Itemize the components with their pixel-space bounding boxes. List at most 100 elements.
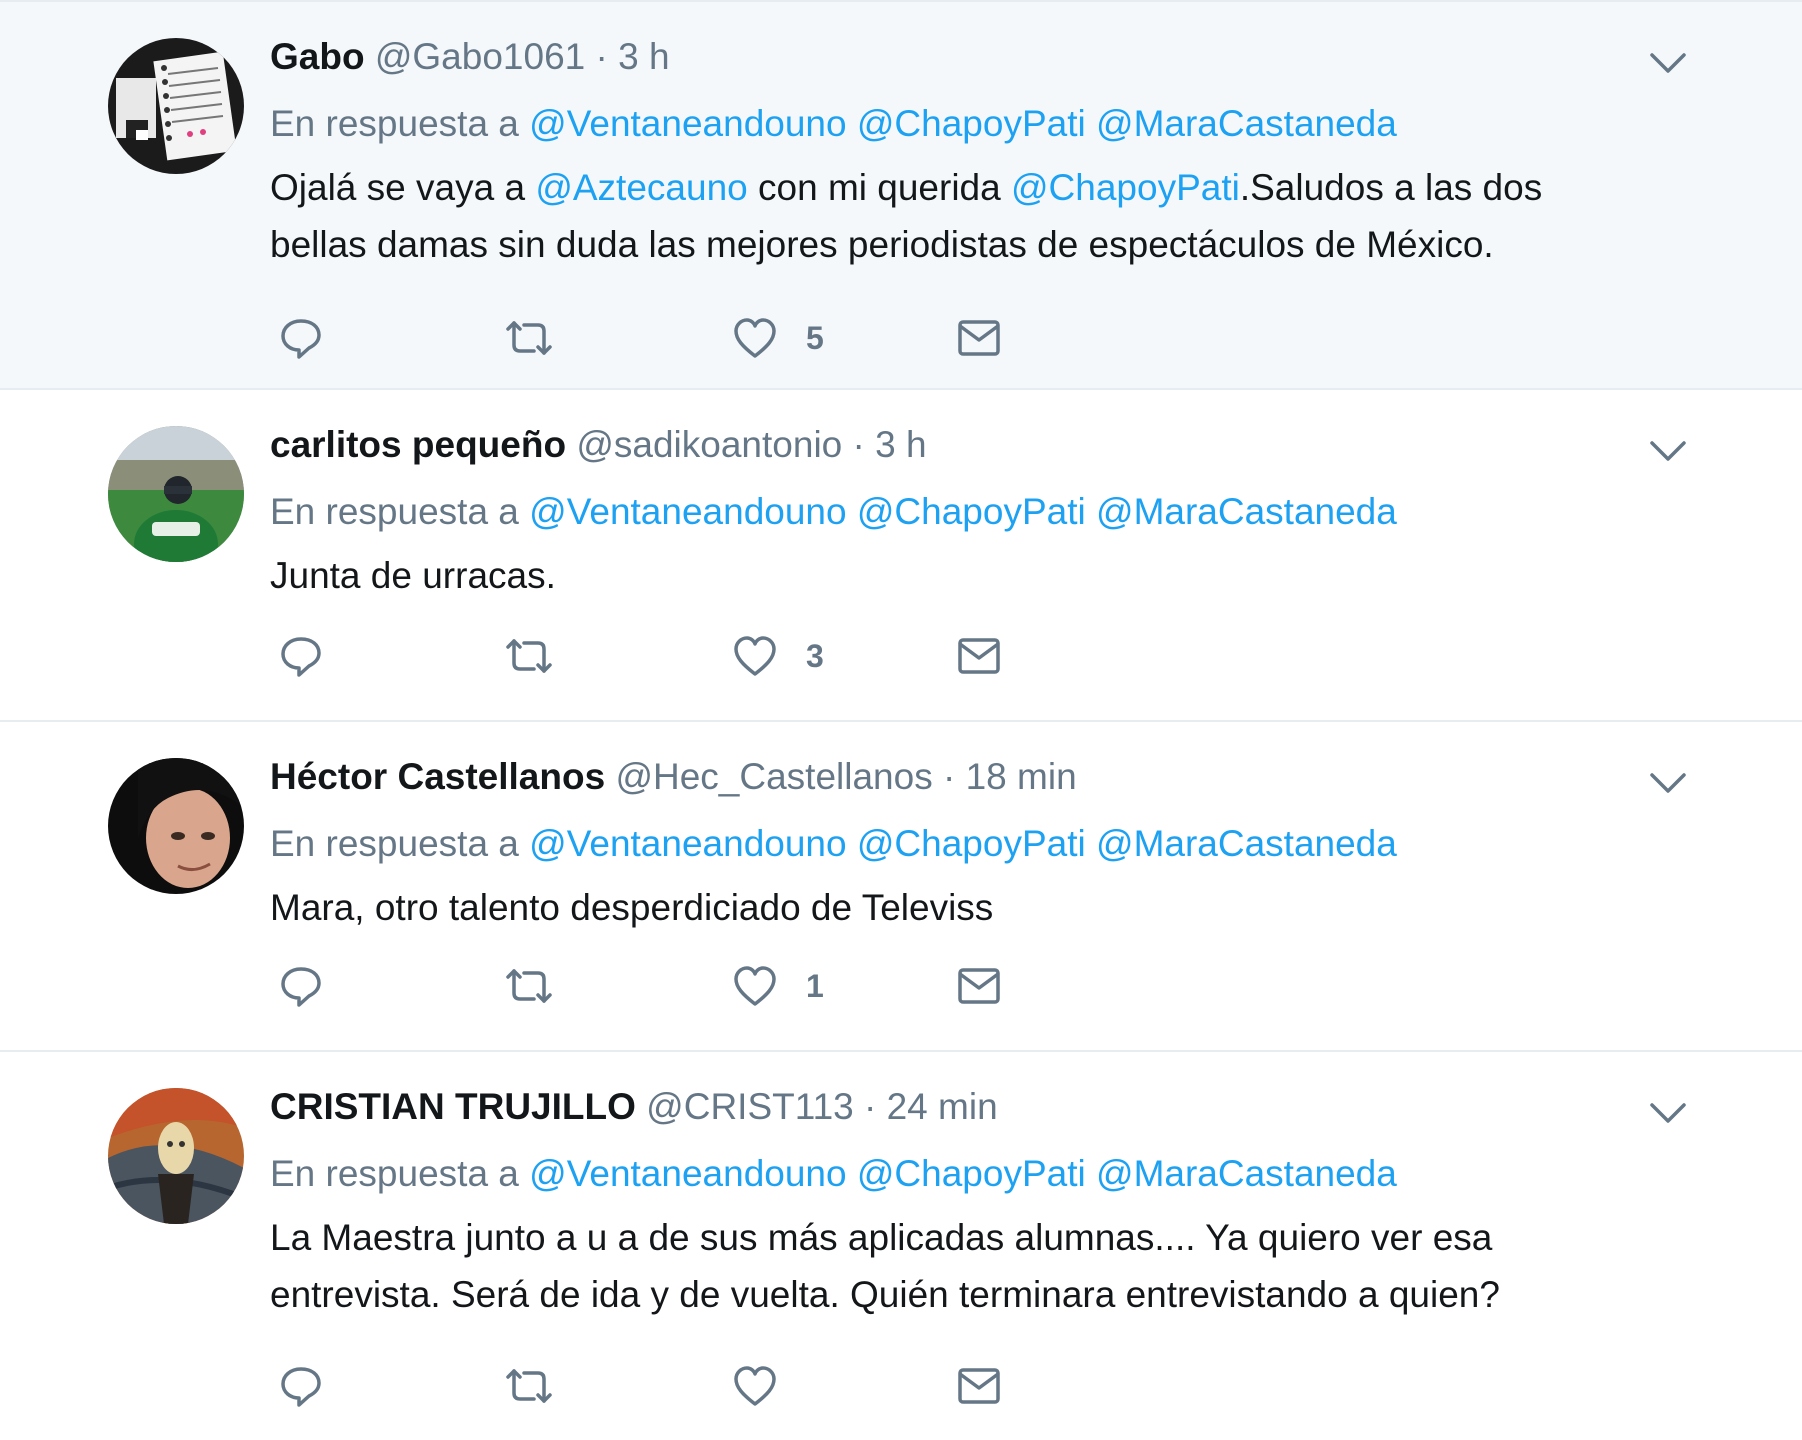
heart-icon [734, 636, 776, 676]
tweet-actions: 5 [270, 310, 1070, 366]
separator-dot: · [595, 36, 608, 77]
reply-context: En respuesta a @Ventaneandouno @ChapoyPa… [270, 1149, 1650, 1199]
separator-dot: · [852, 424, 865, 465]
tweet-actions: 3 [270, 628, 1070, 684]
user-handle[interactable]: @Hec_Castellanos [615, 756, 932, 797]
tweet[interactable]: Gabo @Gabo1061 · 3 h En respuesta a @Ven… [0, 0, 1802, 390]
chevron-down-icon[interactable] [1648, 1100, 1688, 1126]
avatar[interactable] [108, 1088, 244, 1224]
like-button[interactable]: 1 [732, 958, 824, 1014]
mention-link[interactable]: @Ventaneandouno [529, 103, 846, 144]
mention-link[interactable]: @ChapoyPati [1011, 167, 1240, 208]
direct-message-button[interactable] [956, 1358, 1002, 1414]
heart-icon [734, 966, 776, 1006]
tweet-content: Héctor Castellanos @Hec_Castellanos · 18… [270, 752, 1650, 936]
tweet-actions: 1 [270, 958, 1070, 1014]
separator-dot: · [943, 756, 956, 797]
timestamp[interactable]: 24 min [887, 1086, 998, 1127]
like-button[interactable]: 5 [732, 310, 824, 366]
mention-link[interactable]: @Ventaneandouno [529, 491, 846, 532]
stadium-photo-avatar-icon [108, 426, 244, 562]
reply-icon [281, 637, 321, 677]
timestamp[interactable]: 18 min [966, 756, 1077, 797]
text-segment: Mara, otro talento desperdiciado de Tele… [270, 887, 994, 928]
mention-link[interactable]: @ChapoyPati [857, 103, 1086, 144]
reply-prefix: En respuesta a [270, 1153, 519, 1194]
mention-link[interactable]: @Ventaneandouno [529, 823, 846, 864]
like-count: 1 [806, 967, 824, 1004]
user-handle[interactable]: @Gabo1061 [375, 36, 585, 77]
user-handle[interactable]: @CRIST113 [646, 1086, 854, 1127]
tweet-text: Mara, otro talento desperdiciado de Tele… [270, 879, 1650, 936]
envelope-icon [958, 1368, 1000, 1404]
avatar[interactable] [108, 426, 244, 562]
like-button[interactable] [732, 1358, 806, 1414]
tweet-content: CRISTIAN TRUJILLO @CRIST113 · 24 min En … [270, 1082, 1650, 1323]
reply-button[interactable] [278, 1358, 324, 1414]
reply-prefix: En respuesta a [270, 491, 519, 532]
tweet[interactable]: Héctor Castellanos @Hec_Castellanos · 18… [0, 722, 1802, 1052]
tweet-header: Héctor Castellanos @Hec_Castellanos · 18… [270, 752, 1650, 802]
retweet-icon [506, 321, 552, 355]
retweet-button[interactable] [502, 958, 556, 1014]
reply-button[interactable] [278, 958, 324, 1014]
notebook-photo-avatar-icon [108, 38, 244, 174]
mention-link[interactable]: @ChapoyPati [857, 823, 1086, 864]
reply-prefix: En respuesta a [270, 103, 519, 144]
timestamp[interactable]: 3 h [618, 36, 669, 77]
retweet-button[interactable] [502, 628, 556, 684]
reply-button[interactable] [278, 310, 324, 366]
mention-link[interactable]: @ChapoyPati [857, 491, 1086, 532]
reply-icon [281, 1367, 321, 1407]
direct-message-button[interactable] [956, 628, 1002, 684]
text-segment: La Maestra junto a u a de sus más aplica… [270, 1217, 1500, 1315]
tweet-content: carlitos pequeño @sadikoantonio · 3 h En… [270, 420, 1650, 604]
reply-prefix: En respuesta a [270, 823, 519, 864]
retweet-button[interactable] [502, 310, 556, 366]
tweet-header: carlitos pequeño @sadikoantonio · 3 h [270, 420, 1650, 470]
tweet[interactable]: carlitos pequeño @sadikoantonio · 3 h En… [0, 390, 1802, 722]
text-segment: Junta de urracas. [270, 555, 556, 596]
mention-link[interactable]: @Ventaneandouno [529, 1153, 846, 1194]
mention-link[interactable]: @Aztecauno [535, 167, 747, 208]
chevron-down-icon[interactable] [1648, 50, 1688, 76]
avatar[interactable] [108, 38, 244, 174]
user-handle[interactable]: @sadikoantonio [576, 424, 842, 465]
mention-link[interactable]: @MaraCastaneda [1096, 103, 1397, 144]
like-count: 3 [806, 637, 824, 674]
reply-context: En respuesta a @Ventaneandouno @ChapoyPa… [270, 99, 1650, 149]
display-name[interactable]: Gabo [270, 36, 365, 77]
heart-icon [734, 1366, 776, 1406]
tweet-text: La Maestra junto a u a de sus más aplica… [270, 1209, 1650, 1323]
tweet-header: Gabo @Gabo1061 · 3 h [270, 32, 1650, 82]
retweet-icon [506, 1369, 552, 1403]
retweet-icon [506, 969, 552, 1003]
tweet-text: Ojalá se vaya a @Aztecauno con mi querid… [270, 159, 1650, 273]
reply-context: En respuesta a @Ventaneandouno @ChapoyPa… [270, 819, 1650, 869]
text-segment: con mi querida [747, 167, 1011, 208]
retweet-button[interactable] [502, 1358, 556, 1414]
mention-link[interactable]: @MaraCastaneda [1096, 823, 1397, 864]
tweet-feed: Gabo @Gabo1061 · 3 h En respuesta a @Ven… [0, 0, 1802, 1440]
chevron-down-icon[interactable] [1648, 770, 1688, 796]
avatar[interactable] [108, 758, 244, 894]
tweet-actions [270, 1358, 1070, 1414]
direct-message-button[interactable] [956, 310, 1002, 366]
heart-icon [734, 318, 776, 358]
direct-message-button[interactable] [956, 958, 1002, 1014]
mention-link[interactable]: @ChapoyPati [857, 1153, 1086, 1194]
display-name[interactable]: Héctor Castellanos [270, 756, 605, 797]
mention-link[interactable]: @MaraCastaneda [1096, 1153, 1397, 1194]
display-name[interactable]: CRISTIAN TRUJILLO [270, 1086, 636, 1127]
mention-link[interactable]: @MaraCastaneda [1096, 491, 1397, 532]
reply-button[interactable] [278, 628, 324, 684]
like-button[interactable]: 3 [732, 628, 824, 684]
chevron-down-icon[interactable] [1648, 438, 1688, 464]
timestamp[interactable]: 3 h [875, 424, 926, 465]
tweet-header: CRISTIAN TRUJILLO @CRIST113 · 24 min [270, 1082, 1650, 1132]
display-name[interactable]: carlitos pequeño [270, 424, 566, 465]
painting-photo-avatar-icon [108, 1088, 244, 1224]
tweet[interactable]: CRISTIAN TRUJILLO @CRIST113 · 24 min En … [0, 1052, 1802, 1440]
retweet-icon [506, 639, 552, 673]
reply-icon [281, 319, 321, 359]
